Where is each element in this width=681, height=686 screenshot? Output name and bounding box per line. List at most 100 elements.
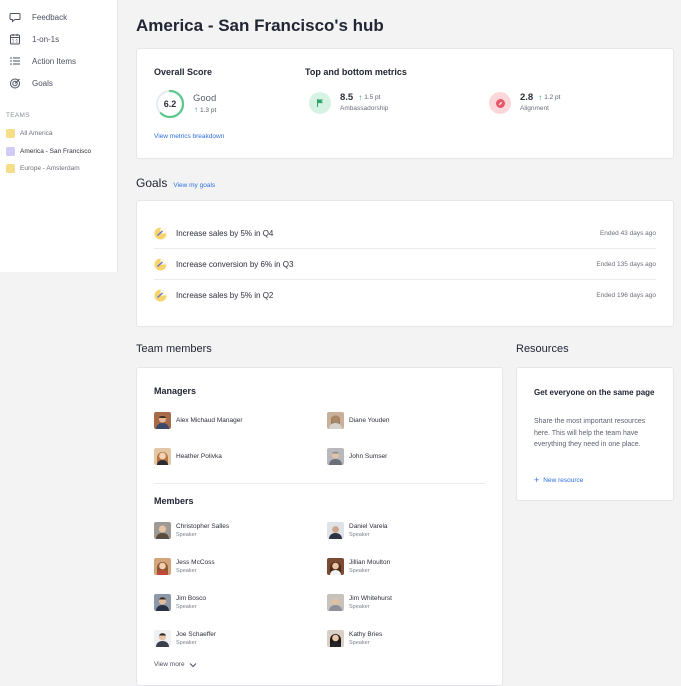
avatar <box>154 448 171 465</box>
metric-delta: ↑ 1.5 pt <box>358 92 381 102</box>
list-icon <box>9 55 21 67</box>
person-name: Joe Schaeffer <box>176 631 216 638</box>
avatar <box>154 594 171 611</box>
target-icon <box>9 77 21 89</box>
goal-status: Ended 135 days ago <box>596 260 656 268</box>
avatar <box>154 412 171 429</box>
person-name: Daniel Varela <box>349 523 388 530</box>
manager-item[interactable]: Alex Michaud Manager <box>154 412 242 429</box>
person-name: Christopher Salles <box>176 523 230 530</box>
manager-item[interactable]: Diane Youden <box>327 412 390 429</box>
score-delta: ↑ 1.3 pt <box>194 106 216 114</box>
team-all-america[interactable]: All America <box>0 125 117 143</box>
metric-name: Alignment <box>520 105 549 112</box>
goal-status: Ended 196 days ago <box>596 292 656 299</box>
member-item[interactable]: Jess McCoss Speaker <box>154 558 215 575</box>
svg-text:1:1: 1:1 <box>12 39 19 44</box>
person-name: Jess McCoss <box>176 559 215 566</box>
member-item[interactable]: Jim Whitehurst Speaker <box>327 594 392 611</box>
nav-feedback[interactable]: Feedback <box>0 6 117 28</box>
person-role: Speaker <box>176 640 197 646</box>
team-color-swatch <box>6 129 15 139</box>
goal-progress-icon <box>154 289 167 302</box>
metric-delta-value: 1.5 pt <box>364 94 381 101</box>
chevron-down-icon <box>189 662 196 667</box>
avatar <box>327 558 344 575</box>
metric-delta: ↑ 1.2 pt <box>538 92 561 102</box>
team-color-swatch <box>6 164 15 174</box>
person-name: Kathy Bries <box>349 631 383 638</box>
nav-1-on-1s[interactable]: 1:1 1-on-1s <box>0 28 117 50</box>
members-title: Members <box>154 496 194 506</box>
plus-icon: + <box>534 475 540 485</box>
goals-heading: Goals View my goals <box>136 176 215 190</box>
goal-row[interactable]: Increase sales by 5% in Q2 Ended 196 day… <box>154 280 656 311</box>
teams-label: TEAMS <box>6 112 30 119</box>
calendar-icon: 1:1 <box>9 33 21 45</box>
goal-name: Increase sales by 5% in Q4 <box>176 228 274 238</box>
person-name: Heather Polivka <box>176 453 222 460</box>
goal-row[interactable]: Increase sales by 5% in Q4 Ended 43 days… <box>154 218 656 249</box>
view-more-button[interactable]: View more <box>154 661 197 668</box>
goal-progress-icon <box>154 227 167 239</box>
goals-card: Increase sales by 5% in Q4 Ended 43 days… <box>136 200 674 327</box>
arrow-up-icon: ↑ <box>358 92 363 102</box>
resources-card-text: Share the most important resources here.… <box>534 418 646 448</box>
score-label: Good <box>193 93 217 104</box>
goal-row[interactable]: Increase conversion by 6% in Q3 Ended 13… <box>154 249 656 280</box>
nav-label: Goals <box>32 78 53 88</box>
view-metrics-breakdown-link[interactable]: View metrics breakdown <box>154 133 224 140</box>
metrics-title: Top and bottom metrics <box>305 67 407 77</box>
resources-card-title: Get everyone on the same page <box>534 388 655 397</box>
metric-alignment[interactable]: 2.8 ↑ 1.2 pt Alignment <box>489 92 560 114</box>
view-my-goals-link[interactable]: View my goals <box>173 182 215 189</box>
person-name: Diane Youden <box>349 417 390 424</box>
person-role: Speaker <box>176 604 197 610</box>
member-item[interactable]: Daniel Varela Speaker <box>327 522 388 539</box>
member-item[interactable]: Jillian Moulton Speaker <box>327 558 390 575</box>
feedback-icon <box>9 11 21 23</box>
view-more-label: View more <box>154 661 185 668</box>
metric-name: Ambassadorship <box>340 105 389 112</box>
member-item[interactable]: Kathy Bries Speaker <box>327 630 382 647</box>
person-name: Alex Michaud Manager <box>176 417 243 424</box>
nav-goals[interactable]: Goals <box>0 72 117 94</box>
metric-ambassadorship[interactable]: 8.5 ↑ 1.5 pt Ambassadorship <box>309 92 388 114</box>
member-item[interactable]: Jim Bosco Speaker <box>154 594 206 611</box>
team-america-san-francisco[interactable]: America - San Francisco <box>0 143 117 161</box>
manager-item[interactable]: John Sumser <box>327 448 387 465</box>
manager-item[interactable]: Heather Polivka <box>154 448 222 465</box>
team-label: All America <box>20 130 53 138</box>
person-role: Speaker <box>176 532 197 538</box>
avatar <box>327 630 344 647</box>
team-label: Europe - Amsterdam <box>20 165 80 173</box>
person-name: John Sumser <box>349 453 388 460</box>
goals-title: Goals <box>136 176 168 190</box>
sidebar: Feedback 1:1 1-on-1s Action Items Goals … <box>0 0 118 272</box>
resources-card: Get everyone on the same page Share the … <box>516 367 674 501</box>
avatar <box>154 558 171 575</box>
overall-score-title: Overall Score <box>154 67 213 77</box>
person-role: Speaker <box>349 532 370 538</box>
avatar <box>327 412 344 429</box>
new-resource-button[interactable]: + New resource <box>534 476 583 485</box>
metric-delta-value: 1.2 pt <box>544 94 561 101</box>
avatar <box>154 522 171 539</box>
team-color-swatch <box>6 146 15 156</box>
person-role: Speaker <box>349 568 370 574</box>
person-role: Speaker <box>349 604 370 610</box>
member-item[interactable]: Joe Schaeffer Speaker <box>154 630 216 647</box>
person-name: Jim Whitehurst <box>349 595 392 602</box>
managers-title: Managers <box>154 386 197 396</box>
nav-action-items[interactable]: Action Items <box>0 50 117 72</box>
member-item[interactable]: Christopher Salles Speaker <box>154 522 229 539</box>
nav-label: Action Items <box>32 56 77 66</box>
page-title: America - San Francisco's hub <box>136 16 384 35</box>
goal-name: Increase sales by 5% in Q2 <box>176 291 274 300</box>
team-europe-amsterdam[interactable]: Europe - Amsterdam <box>0 160 117 178</box>
arrow-up-icon: ↑ <box>538 92 543 102</box>
team-members-title: Team members <box>136 343 212 355</box>
avatar <box>327 594 344 611</box>
arrow-up-icon: ↑ <box>194 105 198 114</box>
metric-value: 2.8 <box>520 92 534 103</box>
